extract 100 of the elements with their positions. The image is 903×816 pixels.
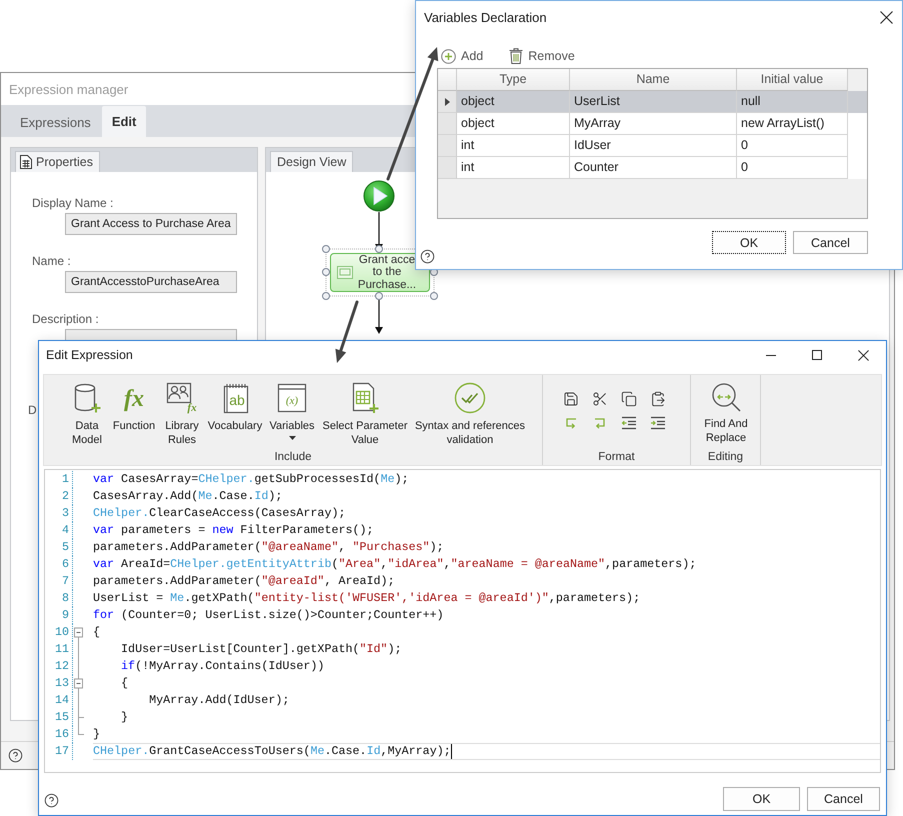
resize-handle[interactable] xyxy=(322,245,330,253)
column-header[interactable]: Name xyxy=(570,69,737,91)
field-label: Name : xyxy=(32,254,71,268)
help-icon[interactable] xyxy=(8,748,23,763)
window-title: Edit Expression xyxy=(46,348,133,362)
help-icon[interactable] xyxy=(420,249,435,264)
line-number: 14 xyxy=(54,693,69,708)
panel-tab[interactable]: Design View xyxy=(270,151,354,172)
resize-handle[interactable] xyxy=(375,245,383,253)
header-corner xyxy=(438,69,457,91)
code-line: UserList = Me.getXPath("entity-list('WFUSER','idArea = @areaId')",parameters); xyxy=(93,591,640,606)
line-number: 17 xyxy=(54,744,69,759)
column-header[interactable]: Type xyxy=(457,69,570,91)
double-check-icon xyxy=(454,382,486,414)
ribbon-button[interactable]: Syntax and references validation xyxy=(412,375,528,447)
code-editor[interactable] xyxy=(44,469,881,773)
table-row[interactable]: object MyArray new ArrayList() xyxy=(438,113,867,135)
ribbon-button[interactable]: Select Parameter Value xyxy=(318,375,412,447)
group-label: Format xyxy=(598,450,635,464)
code-line: var AreaId=CHelper.getEntityAttrib("Area","idArea","areaName = @areaName",parameters); xyxy=(93,557,696,572)
window-icon xyxy=(337,266,353,279)
variable-window-icon: (x) xyxy=(276,382,308,414)
column-header[interactable]: Initial value xyxy=(737,69,848,91)
tab[interactable]: Expressions xyxy=(10,107,101,137)
caret-icon xyxy=(288,436,296,440)
outdent-icon[interactable] xyxy=(621,415,637,431)
window-title: Expression manager xyxy=(9,82,128,96)
line-number: 8 xyxy=(62,591,69,606)
ok-button[interactable]: OK xyxy=(712,231,786,254)
code-line: for (Counter=0; UserList.size()>Counter;Counter++) xyxy=(93,608,444,623)
cancel-button[interactable]: Cancel xyxy=(807,787,880,811)
code-line: } xyxy=(93,727,100,742)
field-label: D xyxy=(28,403,37,417)
ok-button[interactable]: OK xyxy=(723,787,800,811)
save-icon[interactable] xyxy=(563,391,579,407)
table-cell: Counter xyxy=(570,157,737,179)
code-line: CasesArray.Add(Me.Case.Id); xyxy=(93,489,282,504)
properties-icon xyxy=(20,155,32,169)
line-number: 12 xyxy=(54,659,69,674)
ribbon-button[interactable]: fx Library Rules xyxy=(160,375,204,447)
window-title: Variables Declaration xyxy=(424,10,547,24)
remove-button[interactable]: Remove xyxy=(509,45,575,67)
ribbon-button[interactable]: Find And Replace xyxy=(694,375,758,445)
cancel-button[interactable]: Cancel xyxy=(793,231,868,254)
code-line: var parameters = new FilterParameters(); xyxy=(93,523,374,538)
panel-tab[interactable]: Properties xyxy=(15,151,100,172)
scissors-icon[interactable] xyxy=(592,391,608,407)
table-cell: int xyxy=(457,157,570,179)
paste-icon[interactable] xyxy=(650,391,666,407)
close-icon xyxy=(880,10,892,24)
node-label: Grant acce to the Purchase... xyxy=(357,254,417,292)
add-icon xyxy=(441,48,456,64)
tab[interactable]: Edit xyxy=(102,106,146,137)
resize-handle[interactable] xyxy=(322,292,330,300)
fold-guide-line xyxy=(78,692,79,709)
line-number: 15 xyxy=(54,710,69,725)
connector-arrow xyxy=(375,300,383,334)
code-line: if(!MyArray.Contains(IdUser)) xyxy=(121,659,324,674)
text-cursor xyxy=(450,744,452,759)
maximize-icon xyxy=(812,350,822,360)
indent-icon[interactable] xyxy=(650,415,666,431)
line-number: 4 xyxy=(62,523,69,538)
line-number: 1 xyxy=(62,472,69,487)
code-line: CHelper.GrantCaseAccessToUsers(Me.Case.Id,MyArray); xyxy=(93,744,451,759)
code-line: var CasesArray=CHelper.getSubProcessesId(Me); xyxy=(93,472,409,487)
copy-icon[interactable] xyxy=(621,391,637,407)
ribbon-button[interactable]: fx Function xyxy=(108,375,160,433)
ribbon-button[interactable]: (x) Variables xyxy=(266,375,318,440)
minimize-icon xyxy=(766,354,776,356)
table-row[interactable]: int Counter 0 xyxy=(438,157,867,179)
trash-icon xyxy=(509,48,524,64)
line-number: 16 xyxy=(54,727,69,742)
start-event-icon xyxy=(364,180,394,212)
line-number: 10 xyxy=(54,625,69,640)
search-icon xyxy=(710,382,742,412)
add-button[interactable]: Add xyxy=(441,45,484,67)
task-node[interactable]: Grant acce to the Purchase... xyxy=(330,253,430,292)
line-number: 9 xyxy=(62,608,69,623)
code-line: CHelper.ClearCaseAccess(CasesArray); xyxy=(93,506,346,521)
resize-handle[interactable] xyxy=(375,292,383,300)
table-row[interactable]: object UserList null xyxy=(438,91,867,113)
resize-handle[interactable] xyxy=(430,292,438,300)
text-field[interactable]: GrantAccesstoPurchaseArea xyxy=(65,271,237,293)
code-line: parameters.AddParameter("@areaName", "Purchases"); xyxy=(93,540,444,555)
code-line: { xyxy=(121,676,128,691)
line-number: 3 xyxy=(62,506,69,521)
line-number: 5 xyxy=(62,540,69,555)
line-number: 7 xyxy=(62,574,69,589)
ribbon-button[interactable]: ab Vocabulary xyxy=(204,375,266,433)
ribbon-button[interactable]: Data Model xyxy=(66,375,108,447)
resize-handle[interactable] xyxy=(322,268,330,276)
code-line: MyArray.Add(IdUser); xyxy=(149,693,290,708)
field-label: Description : xyxy=(32,312,99,326)
text-field[interactable]: Grant Access to Purchase Area xyxy=(65,213,237,235)
row-pointer-icon xyxy=(444,98,450,106)
table-row[interactable]: int IdUser 0 xyxy=(438,135,867,157)
line-number: 13 xyxy=(54,676,69,691)
help-icon[interactable] xyxy=(44,793,59,808)
close-icon xyxy=(858,350,868,360)
collapse-icon[interactable] xyxy=(74,675,83,692)
